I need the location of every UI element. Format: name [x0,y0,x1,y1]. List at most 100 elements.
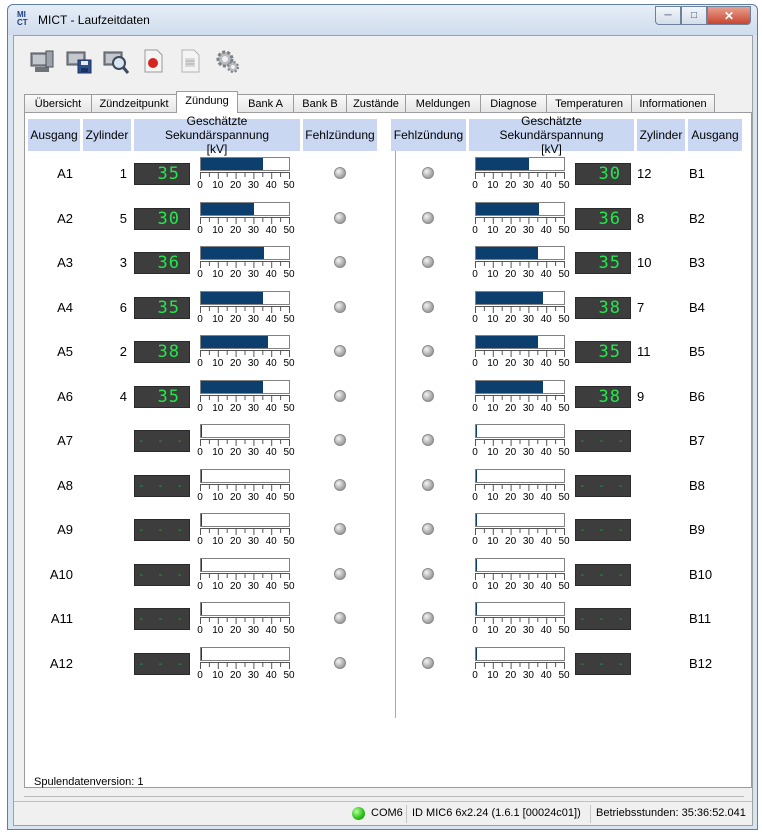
voltage-gauge: 0 10 20 30 40 50 [472,335,572,371]
gauge-scale-label: 20 [505,447,517,458]
gauge-scale-labels: 0 10 20 30 40 50 [472,670,572,682]
voltage-display: 35 [575,252,631,274]
maximize-button[interactable]: □ [681,6,707,25]
document-icon[interactable] [176,47,204,75]
gauge-bar [475,157,565,171]
misfire-indicator-icon [422,256,434,268]
gauge-scale-label: 30 [522,625,534,636]
gauge-scale-label: 10 [487,536,499,547]
gauge-scale-label: 50 [558,180,570,191]
gauge-scale-label: 40 [540,580,552,592]
gauge-fill [476,202,540,215]
gauge-scale-label: 20 [505,358,517,369]
gauge-fill [476,247,538,259]
voltage-gauge: 0 10 20 30 40 50 [472,379,571,416]
gauge-fill [476,291,543,304]
tab-7[interactable]: Diagnose [480,94,547,113]
gauge-scale-label: 40 [540,358,552,369]
client-area: Übersicht Zündzeitpunkt Zündung Bank A Bank … [13,35,753,826]
gauge-scale-label: 20 [505,669,517,681]
gauge-bar [475,602,565,616]
voltage-display: - - - [575,474,631,497]
voltage-gauge: 0 10 20 30 40 50 [472,602,571,638]
gauge-scale-label: 10 [487,358,499,369]
gauge-scale-label: 30 [522,402,534,414]
gauge-scale-label: 40 [540,313,552,325]
search-report-icon[interactable] [102,47,130,75]
gauge-scale-label: 0 [472,669,478,681]
ausgang-label: B4 [689,299,705,315]
gauge-scale-label: 0 [472,491,478,503]
gauge-scale-label: 40 [540,536,552,547]
gauge-scale-label: 40 [540,669,552,681]
tab-8[interactable]: Temperaturen [546,94,632,113]
header-zylinder-a: Zylinder [83,119,131,151]
title-bar[interactable]: MI CT MICT - Laufzeitdaten ─ □ ✕ [8,5,757,35]
gauge-scale-label: 20 [505,625,517,636]
gauge-scale-label: 0 [472,447,478,458]
tab-strip: Übersicht Zündzeitpunkt Zündung Bank A Bank … [24,91,715,113]
spulendaten-version: Spulendatenversion: 1 [34,776,143,788]
tab-9[interactable]: Informationen [631,94,715,113]
gauge-bar [475,557,565,572]
row-bank-b: 0 10 20 30 40 50 - - - B8 [25,468,753,513]
misfire-indicator-icon [422,167,434,179]
misfire-indicator-icon [422,345,434,357]
row-bank-b: 0 10 20 30 40 50 - - - B7 [25,424,753,468]
gauge-scale-label: 0 [472,269,478,280]
gauge-bar [475,468,565,483]
close-button[interactable]: ✕ [707,6,751,25]
gauge-bar [475,290,565,305]
tab-6[interactable]: Meldungen [405,94,481,113]
gauge-scale-label: 50 [558,625,570,636]
voltage-display: 36 [575,207,631,230]
misfire-indicator-icon [422,523,434,535]
gauge-scale-label: 20 [505,313,517,325]
zylinder-label [637,521,661,539]
save-icon[interactable] [65,47,93,75]
tab-4[interactable]: Bank B [293,94,347,113]
misfire-indicator-icon [422,478,434,491]
row-bank-b: 0 10 20 30 40 50 - - - B10 [25,557,753,602]
gauge-scale-label: 10 [487,269,499,280]
gauge-fill [476,603,478,615]
gauge-scale-label: 20 [505,491,517,503]
gauge-scale-label: 40 [540,625,552,636]
status-device-id: ID MIC6 6x2.24 (1.6.1 [00024c01]) [412,807,581,819]
tab-1[interactable]: Zündzeitpunkt [91,94,177,113]
voltage-display: - - - [575,652,631,675]
status-separator [406,805,407,823]
gauge-scale-label: 10 [487,447,499,458]
tab-3[interactable]: Bank A [237,94,294,113]
computer-icon[interactable] [28,47,56,75]
gauge-scale-labels: 0 10 20 30 40 50 [472,314,572,326]
record-icon[interactable] [139,47,167,75]
gauge-scale-label: 20 [505,180,517,191]
ausgang-label: B11 [689,611,712,626]
voltage-display: - - - [575,563,631,586]
misfire-indicator-icon [422,434,434,446]
ausgang-label: B1 [689,166,705,181]
tab-0[interactable]: Übersicht [24,94,92,113]
window-title: MICT - Laufzeitdaten [38,13,150,27]
zylinder-label: 11 [637,344,651,359]
ausgang-label: B6 [689,388,705,404]
gauge-fill [476,336,538,348]
toolbar [14,36,752,86]
tab-5[interactable]: Zustände [346,94,406,113]
zylinder-label [637,477,661,495]
voltage-gauge: 0 10 20 30 40 50 [472,513,571,549]
header-fehlzuendung-b: Fehlzündung [391,119,466,151]
settings-icon[interactable] [213,47,241,75]
row-bank-b: 0 10 20 30 40 50 36 8 B2 [25,201,753,246]
gauge-fill [476,514,478,526]
voltage-gauge: 0 10 20 30 40 50 [472,246,571,282]
gauge-scale-labels: 0 10 20 30 40 50 [472,358,572,370]
gauge-scale-label: 40 [540,402,552,414]
minimize-button[interactable]: ─ [655,6,681,25]
gauge-scale-label: 50 [558,580,570,592]
tab-2[interactable]: Zündung [176,91,238,113]
gauge-scale-label: 30 [522,180,534,191]
gauge-scale-labels: 0 10 20 30 40 50 [472,180,572,192]
gauge-bar [475,513,565,527]
